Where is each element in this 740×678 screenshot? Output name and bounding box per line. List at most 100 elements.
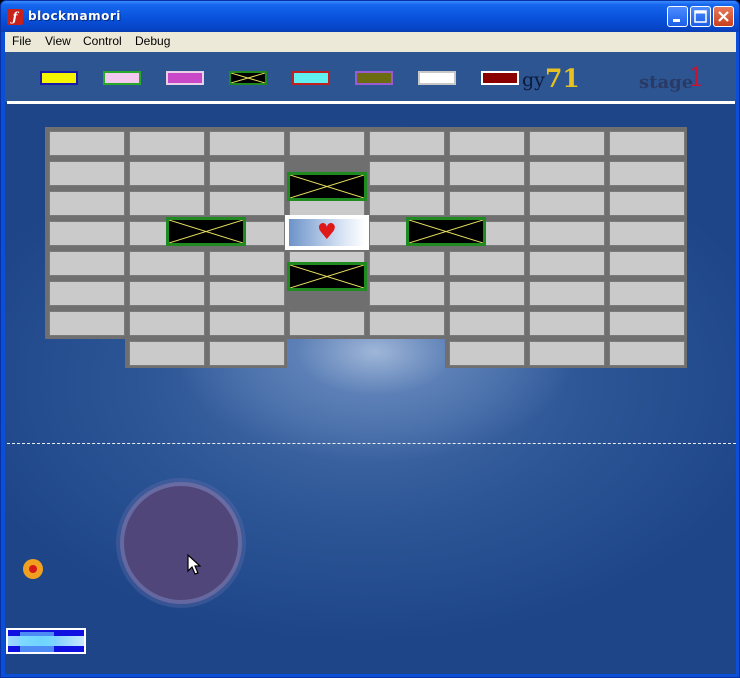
brick xyxy=(369,281,445,306)
menu-view-label: View xyxy=(45,34,71,48)
heart-core-panel: ♥ xyxy=(289,219,365,246)
brick xyxy=(529,191,605,216)
brick xyxy=(209,311,285,336)
menu-debug[interactable]: Debug xyxy=(135,34,170,48)
game-window: ƒ blockmamori File View Control Debug gy… xyxy=(0,0,740,678)
brick xyxy=(609,341,685,366)
brick xyxy=(209,131,285,156)
ball-core xyxy=(29,565,37,573)
crossed-brick xyxy=(406,217,486,246)
legend-block-2 xyxy=(103,71,141,85)
menu-view[interactable]: View xyxy=(45,34,71,48)
legend-block-3 xyxy=(166,71,204,85)
brick xyxy=(209,191,285,216)
minimize-icon xyxy=(673,19,680,22)
maximize-button[interactable] xyxy=(690,6,711,27)
paddle[interactable] xyxy=(6,628,86,654)
brick xyxy=(49,281,125,306)
brick xyxy=(49,311,125,336)
menu-control[interactable]: Control xyxy=(83,34,122,48)
brick xyxy=(49,131,125,156)
heart-core-block: ♥ xyxy=(285,215,369,250)
brick xyxy=(49,251,125,276)
brick xyxy=(609,221,685,246)
menu-file-label: File xyxy=(12,34,32,48)
window-title: blockmamori xyxy=(28,9,121,23)
brick xyxy=(609,131,685,156)
app-icon: ƒ xyxy=(7,9,23,25)
stage-value: 1 xyxy=(688,63,705,93)
brick xyxy=(609,191,685,216)
brick xyxy=(209,161,285,186)
minimize-button[interactable] xyxy=(667,6,688,27)
brick xyxy=(449,311,525,336)
brick xyxy=(449,281,525,306)
brick xyxy=(369,311,445,336)
crossed-brick xyxy=(287,262,367,291)
brick xyxy=(449,131,525,156)
brick xyxy=(49,161,125,186)
legend-block-5 xyxy=(292,71,330,85)
brick xyxy=(209,251,285,276)
brick xyxy=(449,251,525,276)
brick xyxy=(449,161,525,186)
brick xyxy=(129,191,205,216)
brick xyxy=(609,311,685,336)
game-canvas[interactable]: gy 71 stage 1 ♥ xyxy=(5,52,736,674)
brick xyxy=(609,161,685,186)
brick xyxy=(369,131,445,156)
bumper-circle[interactable] xyxy=(124,486,238,600)
menu-bar: File View Control Debug xyxy=(5,32,736,52)
brick xyxy=(369,191,445,216)
brick xyxy=(369,251,445,276)
legend-block-4 xyxy=(229,71,267,85)
brick xyxy=(449,191,525,216)
brick xyxy=(129,161,205,186)
legend-block-8 xyxy=(481,71,519,85)
crossed-brick xyxy=(287,172,367,201)
legend-block-7 xyxy=(418,71,456,85)
legend-block-1 xyxy=(40,71,78,85)
heart-icon: ♥ xyxy=(317,220,337,245)
maximize-icon xyxy=(694,10,707,23)
energy-label: gy xyxy=(522,69,545,91)
ball xyxy=(23,559,43,579)
brick xyxy=(129,131,205,156)
brick xyxy=(449,341,525,366)
brick xyxy=(49,191,125,216)
brick xyxy=(529,131,605,156)
crossed-brick xyxy=(166,217,246,246)
brick xyxy=(129,281,205,306)
legend-block-6 xyxy=(355,71,393,85)
hud-divider xyxy=(7,101,735,104)
title-bar[interactable]: ƒ blockmamori xyxy=(1,1,739,32)
brick xyxy=(209,281,285,306)
brick xyxy=(129,341,205,366)
close-button[interactable] xyxy=(713,6,734,27)
brick xyxy=(529,281,605,306)
brick xyxy=(529,311,605,336)
brick xyxy=(289,311,365,336)
brick xyxy=(529,251,605,276)
stage-label: stage xyxy=(639,72,694,93)
brick xyxy=(609,281,685,306)
menu-debug-label: Debug xyxy=(135,34,171,48)
brick xyxy=(129,311,205,336)
energy-value: 71 xyxy=(545,64,580,93)
close-icon xyxy=(718,11,729,22)
brick xyxy=(289,131,365,156)
brick xyxy=(529,341,605,366)
paddle-glow xyxy=(20,632,54,652)
brick xyxy=(209,341,285,366)
hud-panel: gy 71 stage 1 xyxy=(5,52,736,102)
menu-file[interactable]: File xyxy=(12,34,31,48)
menu-control-label: Control xyxy=(83,34,122,48)
mouse-pointer-icon xyxy=(187,554,201,575)
brick xyxy=(369,161,445,186)
defense-line xyxy=(7,443,736,444)
brick xyxy=(529,221,605,246)
brick xyxy=(529,161,605,186)
brick xyxy=(49,221,125,246)
brick xyxy=(129,251,205,276)
brick xyxy=(609,251,685,276)
